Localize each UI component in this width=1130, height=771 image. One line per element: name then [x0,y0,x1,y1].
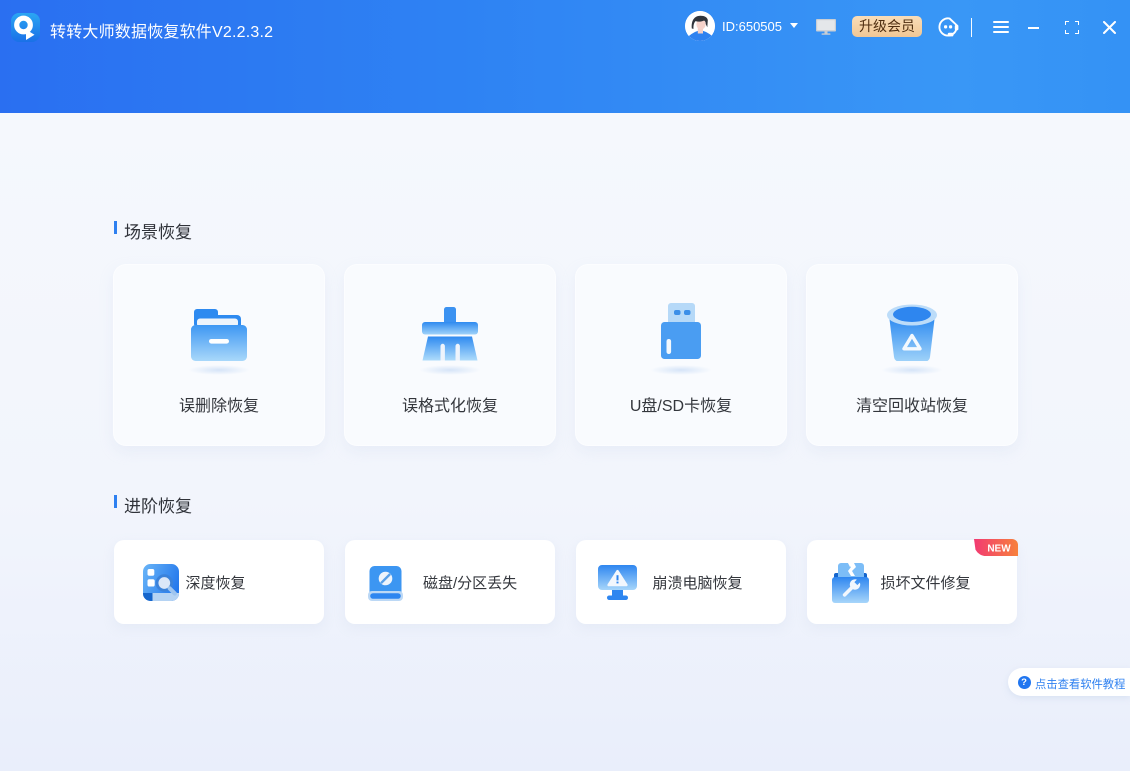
svg-text:NEW: NEW [987,544,1011,555]
